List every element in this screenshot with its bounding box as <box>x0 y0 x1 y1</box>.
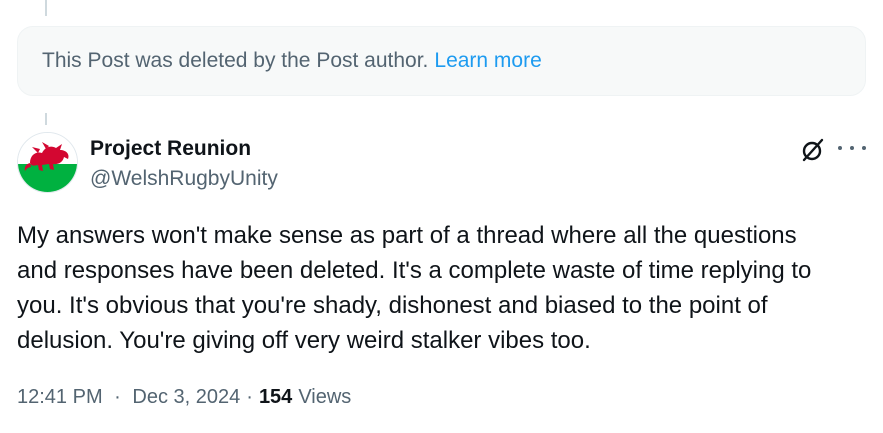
views-label: Views <box>298 386 352 408</box>
thread-line-connector <box>45 113 47 125</box>
meta-separator: · <box>114 386 121 408</box>
post-timestamp[interactable]: 12:41 PM · Dec 3, 2024 <box>17 386 240 409</box>
avatar[interactable] <box>17 132 78 193</box>
learn-more-link[interactable]: Learn more <box>434 49 541 73</box>
deleted-notice-text: This Post was deleted by the Post author… <box>42 49 429 72</box>
more-dot <box>850 146 854 150</box>
more-icon[interactable] <box>838 137 866 159</box>
author-handle[interactable]: @WelshRugbyUnity <box>90 167 278 191</box>
post-date: Dec 3, 2024 <box>132 386 241 408</box>
welsh-flag-icon <box>18 133 77 192</box>
more-dot <box>838 146 842 150</box>
more-dot <box>862 146 866 150</box>
post-time: 12:41 PM <box>17 386 103 408</box>
post-meta: 12:41 PM · Dec 3, 2024 · 154 Views <box>17 386 351 409</box>
meta-separator: · <box>246 386 253 408</box>
thread-line-top <box>45 0 47 16</box>
deleted-post-notice: This Post was deleted by the Post author… <box>17 26 866 96</box>
grok-icon[interactable] <box>800 137 826 163</box>
author-display-name[interactable]: Project Reunion <box>90 137 251 161</box>
post-text: My answers won't make sense as part of a… <box>17 222 812 354</box>
views-count: 154 <box>258 386 293 408</box>
